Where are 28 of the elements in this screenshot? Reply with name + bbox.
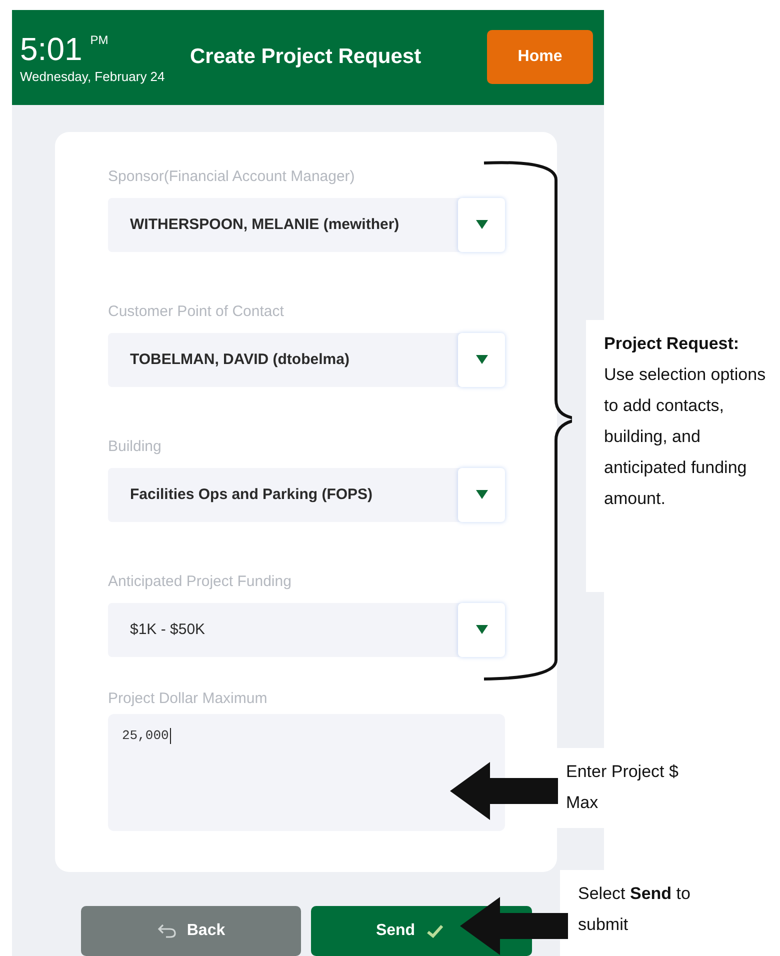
annotation-text: Select Send to submit <box>578 883 692 936</box>
select-field[interactable]: TOBELMAN, DAVID (dtobelma) <box>108 332 505 387</box>
field-label: Building <box>108 436 162 457</box>
dropdown-button[interactable] <box>458 332 505 387</box>
dropdown-button[interactable] <box>458 468 505 522</box>
caret-icon <box>476 220 488 230</box>
select-field[interactable]: $1K - $50K <box>108 602 505 657</box>
select-field[interactable]: WITHERSPOON, MELANIE (mewither) <box>108 198 505 252</box>
field-label: Customer Point of Contact <box>108 302 285 322</box>
annotation-text: Enter Project $ Max <box>566 761 680 814</box>
annotation-text: Project Request: Use selection options to add contacts, building, and anticipated funding amount. <box>604 333 767 510</box>
clock-meridiem: PM <box>90 32 108 47</box>
input-field[interactable]: 25,000 <box>108 714 505 831</box>
check-icon <box>427 924 444 938</box>
caret-icon <box>476 490 488 500</box>
caret-icon <box>476 625 488 634</box>
return-icon <box>156 924 177 938</box>
clock-time: 5:01 <box>20 30 82 67</box>
date-text: Wednesday, February 24 <box>20 68 166 84</box>
dropdown-button[interactable] <box>458 198 505 252</box>
select-field[interactable]: Facilities Ops and Parking (FOPS) <box>108 468 505 522</box>
field-label: Sponsor(Financial Account Manager) <box>108 166 356 187</box>
back-button[interactable]: Back <box>81 906 301 956</box>
caret-icon <box>476 355 488 364</box>
page-title: Create Project Request <box>190 45 422 70</box>
field-label: Anticipated Project Funding <box>108 572 292 592</box>
dropdown-button[interactable] <box>458 602 505 657</box>
field-label: Project Dollar Maximum <box>108 688 268 709</box>
